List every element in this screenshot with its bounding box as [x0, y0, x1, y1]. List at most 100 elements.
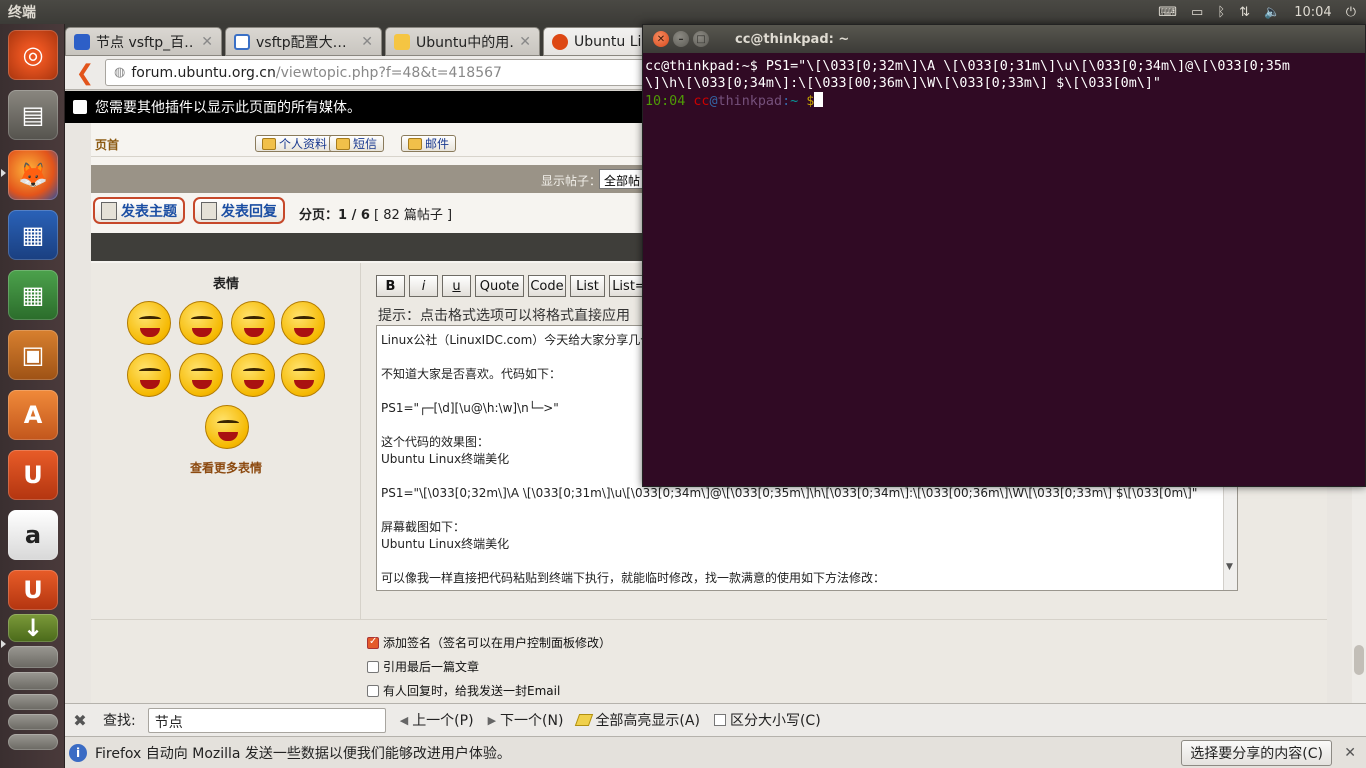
- notify-reply-checkbox[interactable]: [367, 684, 379, 697]
- profile-icon: [262, 137, 276, 150]
- stacked-item-icon[interactable]: [8, 646, 58, 668]
- close-tab-icon[interactable]: ✕: [519, 34, 531, 50]
- underline-button[interactable]: u: [442, 275, 471, 297]
- page-number[interactable]: 1 / 6: [338, 208, 370, 223]
- battery-icon[interactable]: ▭: [1191, 5, 1203, 20]
- power-icon[interactable]: ⏻: [1346, 5, 1356, 20]
- info-icon: i: [69, 743, 87, 762]
- notification-message: Firefox 自动向 Mozilla 发送一些数据以便我们能够改进用户体验。: [95, 745, 511, 762]
- grin-emoji-icon[interactable]: [231, 353, 275, 397]
- close-find-icon[interactable]: ✖: [71, 711, 89, 730]
- close-window-icon[interactable]: ✕: [653, 31, 669, 47]
- close-tab-icon[interactable]: ✕: [361, 34, 373, 50]
- attach-signature-checkbox[interactable]: [367, 636, 379, 649]
- back-button[interactable]: ❮: [71, 59, 99, 87]
- impress-icon[interactable]: ▣: [8, 330, 58, 380]
- terminal-line: cc@thinkpad:~$ PS1="\[\033[0;32m\]\A \[\…: [645, 59, 1290, 74]
- arrow-right-icon: ▶: [487, 713, 497, 727]
- running-indicator: [1, 640, 6, 648]
- pm-button[interactable]: 短信: [329, 135, 385, 152]
- find-input[interactable]: 节点: [147, 707, 386, 733]
- indicator-area: ⌨ ▭ ᛒ ⇅ 🔈 10:04 ⏻: [1158, 0, 1366, 24]
- code-button[interactable]: Code: [528, 275, 566, 297]
- pm-icon: [336, 137, 350, 150]
- match-case-checkbox[interactable]: [713, 714, 726, 726]
- notify-reply-option[interactable]: 有人回复时，给我发送一封Email: [367, 682, 560, 699]
- new-topic-button[interactable]: 发表主题: [93, 197, 185, 224]
- pagination: 分页：1 / 6 [ 82 篇帖子 ]: [299, 208, 453, 223]
- calc-icon[interactable]: ▦: [8, 270, 58, 320]
- download-icon[interactable]: ↓: [8, 614, 58, 642]
- bold-button[interactable]: B: [376, 275, 405, 297]
- find-next-button[interactable]: ▶ 下一个(N): [488, 710, 564, 730]
- plugin-message: 您需要其他插件以显示此页面的所有媒体。: [95, 100, 361, 116]
- more-emoji-link[interactable]: 查看更多表情: [91, 459, 361, 476]
- find-previous-button[interactable]: ◀ 上一个(P): [400, 710, 474, 730]
- quote-last-checkbox[interactable]: [367, 660, 379, 673]
- dash-home-icon[interactable]: ◎: [8, 30, 58, 80]
- terminal-titlebar[interactable]: ✕ – □ cc@thinkpad: ~: [643, 25, 1365, 53]
- close-tab-icon[interactable]: ✕: [201, 34, 213, 50]
- plugin-icon: [73, 100, 87, 114]
- reply-button[interactable]: 发表回复: [193, 197, 285, 224]
- choose-share-button[interactable]: 选择要分享的内容(C): [1181, 740, 1332, 766]
- close-notification-icon[interactable]: ✕: [1344, 745, 1356, 761]
- url-bar[interactable]: ◍ forum.ubuntu.org.cn/viewtopic.php?f=48…: [105, 59, 685, 86]
- ubuntu-favicon: [552, 33, 568, 50]
- wink-emoji-icon[interactable]: [179, 301, 223, 345]
- maximize-window-icon[interactable]: □: [693, 31, 709, 47]
- find-bar: ✖ 查找: 节点 ◀ 上一个(P) ▶ 下一个(N) 全部高亮显示(A) 区分大小写…: [65, 703, 1366, 736]
- ubuntu-one-icon[interactable]: U: [8, 450, 58, 500]
- sweat-emoji-icon[interactable]: [179, 353, 223, 397]
- quote-last-option[interactable]: 引用最后一篇文章: [367, 658, 479, 675]
- terminal-window[interactable]: ✕ – □ cc@thinkpad: ~ cc@thinkpad:~$ PS1=…: [642, 24, 1366, 487]
- software-center-icon[interactable]: A: [8, 390, 58, 440]
- smirk-emoji-icon[interactable]: [231, 301, 275, 345]
- stacked-apps-icon[interactable]: U: [8, 570, 58, 610]
- giggle-emoji-icon[interactable]: [281, 301, 325, 345]
- laugh-emoji-icon[interactable]: [281, 353, 325, 397]
- profile-button[interactable]: 个人资料: [255, 135, 335, 152]
- launcher: ◎ ▤ 🦊 ▦ ▦ ▣ A U a U ↓: [0, 24, 65, 768]
- network-icon[interactable]: ⇅: [1239, 5, 1250, 20]
- trash-icon[interactable]: [8, 734, 58, 750]
- amazon-icon[interactable]: a: [8, 510, 58, 560]
- bbcode-toolbar: B i u Quote Code List List=: [376, 275, 649, 297]
- writer-icon[interactable]: ▦: [8, 210, 58, 260]
- terminal-output[interactable]: cc@thinkpad:~$ PS1="\[\033[0;32m\]\A \[\…: [645, 58, 1365, 110]
- quote-button[interactable]: Quote: [475, 275, 524, 297]
- firefox-icon[interactable]: 🦊: [8, 150, 58, 200]
- files-icon[interactable]: ▤: [8, 90, 58, 140]
- highlight-all-button[interactable]: 全部高亮显示(A): [575, 710, 700, 730]
- terminal-line: \]\h\[\033[0;34m\]:\[\033[00;36m\]\W\[\0…: [645, 76, 1161, 91]
- smile-emoji-icon[interactable]: [127, 301, 171, 345]
- scrollbar-thumb[interactable]: [1354, 645, 1364, 675]
- italic-button[interactable]: i: [409, 275, 438, 297]
- dizzy-emoji-icon[interactable]: [205, 405, 249, 449]
- volume-icon[interactable]: 🔈: [1264, 5, 1280, 20]
- globe-icon: ◍: [114, 65, 126, 80]
- keyboard-icon[interactable]: ⌨: [1158, 5, 1177, 20]
- browser-tab-active[interactable]: Ubuntu Linu: [543, 27, 653, 56]
- telemetry-notification: i Firefox 自动向 Mozilla 发送一些数据以便我们能够改进用户体验…: [65, 736, 1366, 768]
- bluetooth-icon[interactable]: ᛒ: [1217, 5, 1225, 20]
- stacked-item-icon[interactable]: [8, 672, 58, 690]
- site-favicon: [234, 33, 250, 50]
- stacked-item-icon[interactable]: [8, 714, 58, 730]
- minimize-window-icon[interactable]: –: [673, 31, 689, 47]
- prompt-host: thinkpad: [717, 94, 783, 109]
- cry-emoji-icon[interactable]: [127, 353, 171, 397]
- prompt-dollar: $: [806, 94, 815, 109]
- browser-tab[interactable]: Ubuntu中的用… ✕: [385, 27, 540, 56]
- match-case-option[interactable]: 区分大小写(C): [713, 710, 821, 730]
- attach-signature-option[interactable]: 添加签名（签名可以在用户控制面板修改）: [367, 634, 611, 651]
- display-posts-label: 显示帖子：: [541, 174, 602, 188]
- browser-tab[interactable]: 节点 vsftp_百… ✕: [65, 27, 222, 56]
- email-button[interactable]: 邮件: [401, 135, 457, 152]
- home-link[interactable]: 页首: [95, 136, 119, 153]
- browser-tab[interactable]: vsftp配置大… ✕: [225, 27, 382, 56]
- list-button[interactable]: List: [570, 275, 605, 297]
- url-host: forum.ubuntu.org.cn: [131, 64, 276, 81]
- stacked-item-icon[interactable]: [8, 694, 58, 710]
- clock[interactable]: 10:04: [1294, 5, 1331, 20]
